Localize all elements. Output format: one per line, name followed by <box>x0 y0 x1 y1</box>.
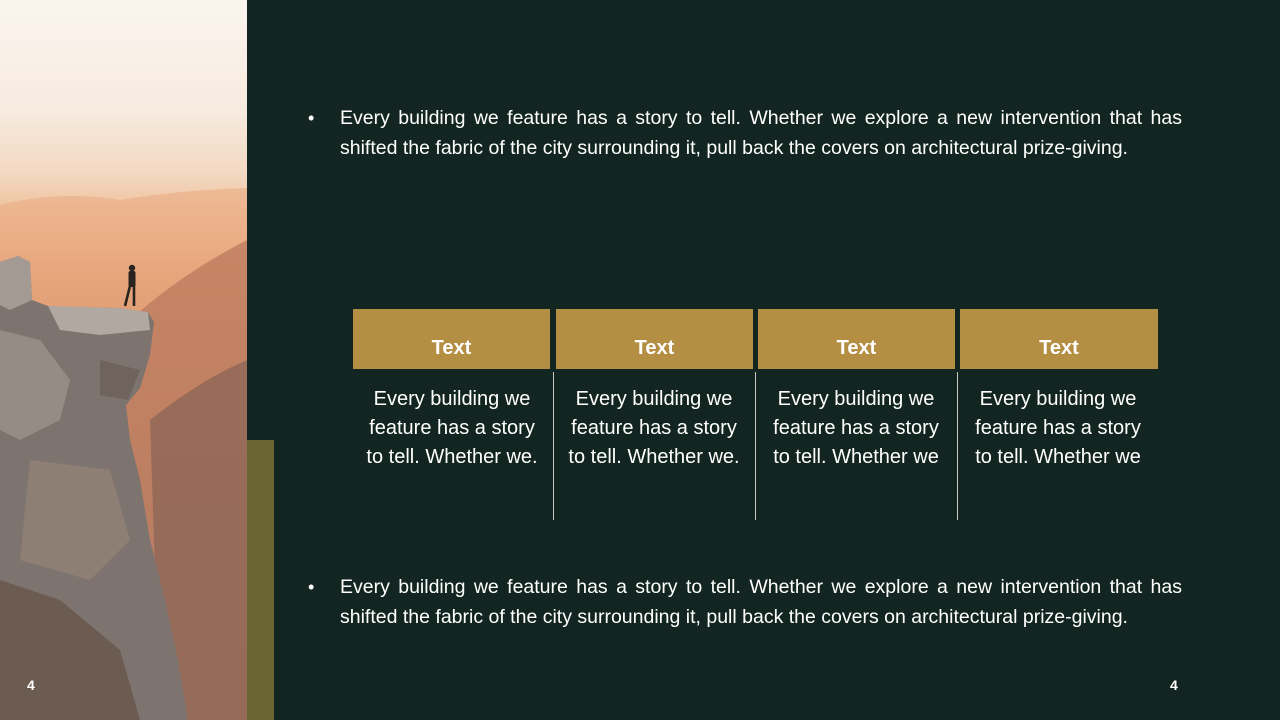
accent-bar <box>247 440 274 720</box>
table-header-cell: Text <box>960 309 1158 369</box>
bullet-dot-icon: • <box>308 577 315 597</box>
table-header-cell: Text <box>353 309 550 369</box>
table-header-cell: Text <box>758 309 955 369</box>
column-divider <box>755 372 756 520</box>
table-cell: Every building we feature has a story to… <box>366 388 538 468</box>
bullet-text: Every building we feature has a story to… <box>340 107 1182 159</box>
bullet-paragraph-bottom: • Every building we feature has a story … <box>308 573 1182 632</box>
table-cell: Every building we feature has a story to… <box>773 388 939 468</box>
content-table: Text Text Text Text Every building we fe… <box>353 309 1158 520</box>
corner-label: 4 <box>27 677 35 693</box>
cliff-hiker-photo <box>0 0 247 720</box>
table-cell: Every building we feature has a story to… <box>568 388 740 468</box>
table-cell: Every building we feature has a story to… <box>975 388 1141 468</box>
table-header-cell: Text <box>556 309 753 369</box>
column-divider <box>957 372 958 520</box>
bullet-text: Every building we feature has a story to… <box>340 576 1182 628</box>
bullet-paragraph-top: • Every building we feature has a story … <box>308 104 1182 163</box>
bullet-dot-icon: • <box>308 108 315 128</box>
cliff-landscape-illustration <box>0 188 247 720</box>
cliff-top-rock <box>0 256 32 310</box>
page-number: 4 <box>1170 677 1178 693</box>
column-divider <box>553 372 554 520</box>
